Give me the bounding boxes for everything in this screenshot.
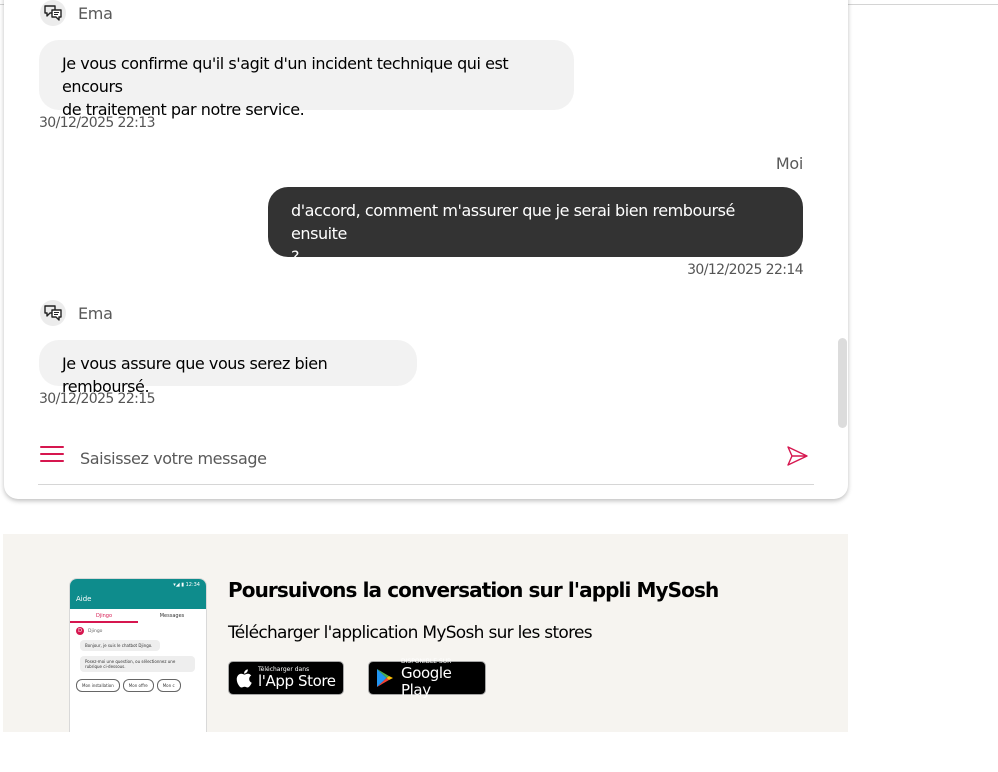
app-store-text: Télécharger dans l'App Store: [258, 666, 336, 690]
bot-message-bubble: Je vous assure que vous serez bien rembo…: [39, 340, 417, 396]
phone-bubble: Bonjour, je suis le chatbot Djingo.: [80, 640, 160, 651]
phone-mockup-image: ▾◢ ▮ 12:34 Aide Djingo Messages D Djingo…: [69, 578, 207, 732]
google-play-button[interactable]: DISPONIBLE SUR Google Play: [368, 658, 486, 698]
user-sender-name: Moi: [775, 154, 803, 173]
bot-sender-row: Ema: [40, 0, 113, 26]
message-composer: [38, 440, 814, 485]
phone-chips: Mon installation Mon offre Mon c: [76, 679, 206, 692]
app-promo-banner: ▾◢ ▮ 12:34 Aide Djingo Messages D Djingo…: [3, 534, 848, 732]
chat-bubbles-icon: [40, 0, 66, 26]
message-timestamp: 30/12/2025 22:13: [39, 115, 155, 131]
phone-chip: Mon installation: [76, 679, 120, 692]
phone-chip: Mon offre: [122, 679, 154, 692]
google-play-big: Google Play: [401, 663, 452, 699]
phone-tabs: Djingo Messages: [70, 609, 206, 623]
sender-name: Ema: [78, 303, 113, 323]
phone-status-bar: ▾◢ ▮ 12:34: [173, 582, 200, 588]
promo-title: Poursuivons la conversation sur l'appli …: [228, 578, 719, 602]
phone-chip: Mon c: [156, 679, 181, 692]
bot-sender-row: Ema: [40, 300, 113, 326]
chat-scrollbar[interactable]: [838, 338, 847, 428]
phone-bot-row: D Djingo: [76, 627, 206, 635]
sender-name: Ema: [78, 3, 113, 23]
send-icon[interactable]: [786, 444, 810, 468]
app-store-button[interactable]: Télécharger dans l'App Store: [228, 661, 344, 695]
phone-bubble: Posez-moi une question, ou sélectionnez …: [80, 656, 195, 672]
app-store-big: l'App Store: [258, 672, 336, 690]
google-play-text: DISPONIBLE SUR Google Play: [401, 658, 485, 699]
phone-tab-messages: Messages: [159, 613, 185, 619]
phone-bot-badge: D: [76, 627, 84, 635]
phone-header: ▾◢ ▮ 12:34 Aide: [70, 579, 206, 609]
phone-title: Aide: [76, 595, 92, 603]
chat-panel: Ema Je vous confirme qu'il s'agit d'un i…: [4, 0, 848, 499]
user-message-bubble: d'accord, comment m'assurer que je serai…: [268, 187, 803, 266]
phone-bot-name: Djingo: [88, 628, 103, 634]
message-timestamp: 30/12/2025 22:15: [39, 391, 155, 407]
message-line: Je vous confirme qu'il s'agit d'un incid…: [62, 54, 509, 96]
chat-bubbles-icon: [40, 300, 66, 326]
message-input[interactable]: [78, 440, 762, 476]
hamburger-menu-icon[interactable]: [40, 444, 64, 464]
message-timestamp: 30/12/2025 22:14: [687, 262, 803, 278]
promo-subtitle: Télécharger l'application MySosh sur les…: [228, 623, 593, 643]
apple-logo-icon: [236, 668, 252, 688]
phone-tab-djingo: Djingo: [70, 609, 138, 623]
message-line: d'accord, comment m'assurer que je serai…: [291, 201, 735, 243]
bot-message-bubble: Je vous confirme qu'il s'agit d'un incid…: [39, 40, 574, 119]
google-play-logo-icon: [376, 668, 394, 688]
